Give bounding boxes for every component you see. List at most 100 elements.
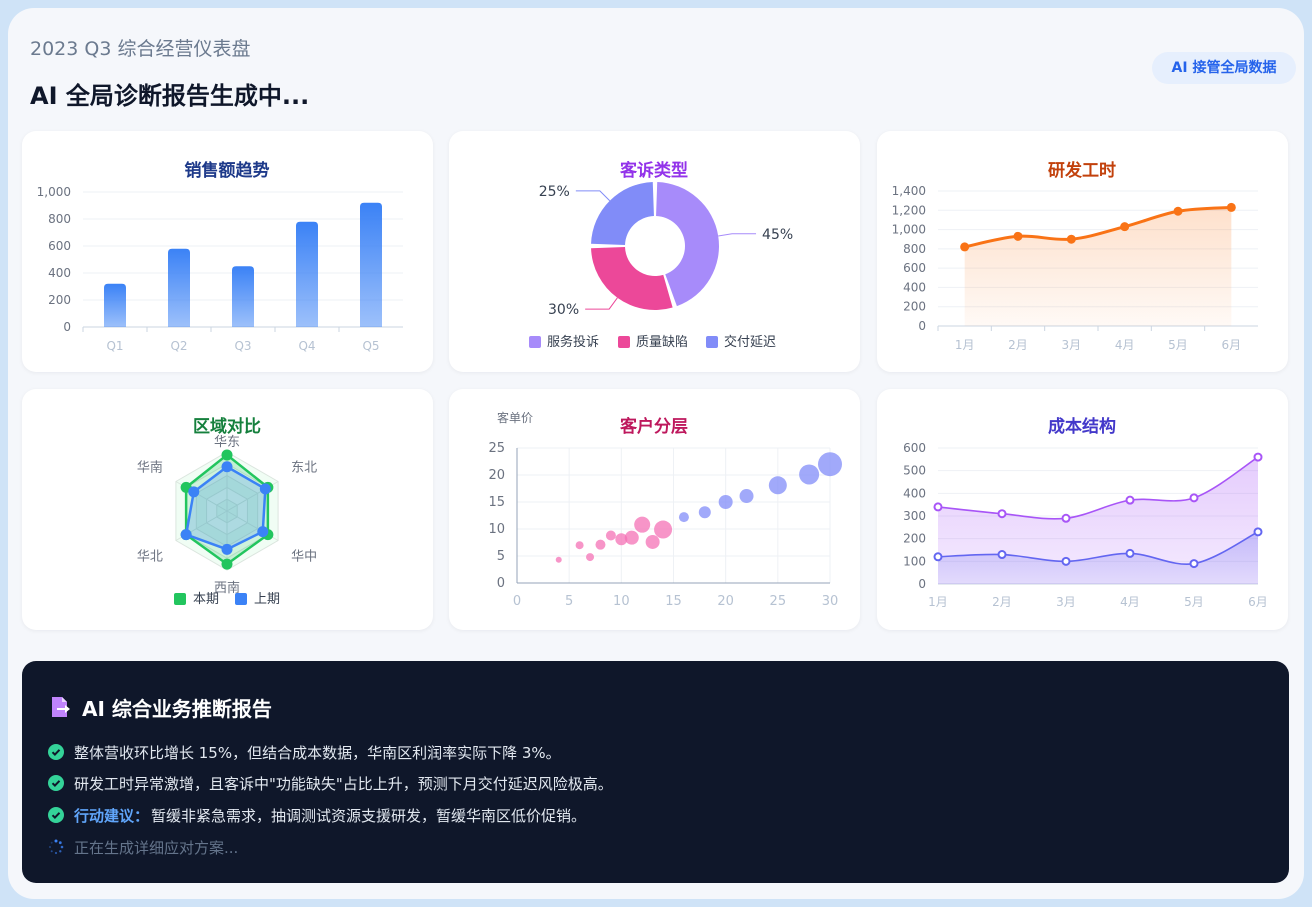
scatter-point [654, 520, 673, 539]
y-tick-label: 0 [918, 577, 926, 591]
file-export-icon [52, 697, 70, 717]
bar [360, 202, 382, 327]
radar-point [188, 486, 200, 498]
y-tick-label: 0 [918, 319, 926, 333]
x-tick-label: Q2 [170, 339, 187, 353]
y-tick-label: 5 [497, 549, 505, 564]
data-point [1253, 527, 1263, 537]
legend-swatch [174, 593, 186, 605]
customer-tier-card: 客户分层 客单价 0 5 10 15 20 25 0 5 10 15 20 25 30 [449, 389, 860, 630]
radar-point [257, 526, 269, 538]
y-tick-label: 600 [903, 261, 926, 275]
y-tick-label: 1,000 [892, 223, 926, 237]
y-tick-label: 20 [488, 468, 505, 483]
cost-structure-chart: 成本结构 0 100 200 300 400 500 600 1月 2月 3月 4月 5月 6月 [903, 416, 1268, 609]
scatter-point [818, 452, 842, 477]
area-fill [964, 207, 1232, 326]
y-tick-label: 800 [48, 212, 71, 226]
legend-label: 服务投诉 [547, 334, 599, 350]
chart-title: 区域对比 [193, 416, 261, 437]
x-tick-label: 4月 [1120, 595, 1140, 609]
radar-point [221, 461, 233, 473]
y-tick-label: 1,200 [892, 203, 926, 217]
bar [232, 266, 254, 327]
cost-structure-card: 成本结构 0 100 200 300 400 500 600 1月 2月 3月 4月 5月 6月 [877, 389, 1288, 630]
y-tick-label: 600 [48, 239, 71, 253]
x-tick-label: Q4 [298, 339, 315, 353]
scatter-point [595, 539, 606, 550]
x-tick-label: 5 [565, 594, 573, 609]
radar-axis-label: 华中 [291, 550, 317, 565]
rd-hours-chart: 研发工时 0 200 400 600 800 1,000 1,200 1,400 1月 2月 3月 4月… [892, 160, 1258, 352]
y-tick-label: 10 [488, 522, 505, 537]
data-point [1125, 548, 1135, 558]
check-circle-icon [48, 775, 64, 791]
ai-takeover-badge[interactable]: AI 接管全局数据 [1152, 52, 1296, 84]
radar-axis-label: 华南 [137, 460, 163, 476]
y-tick-label: 0 [497, 576, 505, 591]
y-tick-label: 200 [48, 293, 71, 307]
data-point [1013, 231, 1023, 241]
scatter-point [698, 506, 711, 519]
page-title: AI 全局诊断报告生成中... [30, 82, 310, 110]
report-pending-item: 正在生成详细应对方案... [48, 835, 238, 859]
legend-swatch [706, 336, 718, 348]
pie-value-label: 25% [539, 184, 570, 200]
pie-slice [591, 247, 673, 310]
x-tick-label: 4月 [1115, 338, 1135, 352]
x-tick-label: 2月 [1008, 338, 1028, 352]
scatter-point [586, 553, 595, 562]
x-tick-label: 0 [513, 594, 521, 609]
legend-label: 质量缺陷 [636, 335, 688, 350]
action-suggestion-label: 行动建议： [74, 806, 150, 825]
y-tick-label: 200 [903, 300, 926, 314]
y-tick-label: 1,400 [892, 184, 926, 198]
scatter-point [739, 489, 754, 504]
region-compare-card: 区域对比 华东 东北 华中 西南 华北 华南 本期 上期 [22, 389, 433, 630]
y-tick-label: 15 [488, 495, 505, 510]
data-point [933, 552, 943, 562]
radar-point [221, 543, 233, 555]
pie-value-label: 45% [762, 227, 793, 243]
x-tick-label: 30 [822, 594, 839, 609]
radar-point [221, 558, 233, 570]
y-tick-label: 1,000 [37, 185, 71, 199]
scatter-point [605, 530, 616, 541]
data-point [1173, 206, 1183, 216]
scatter-point [799, 464, 820, 485]
data-point [1125, 495, 1135, 505]
pie-label-line [575, 190, 611, 202]
y-tick-label: 100 [903, 554, 926, 568]
bar [296, 221, 318, 327]
data-point [933, 502, 943, 512]
scatter-point [575, 541, 584, 550]
check-circle-icon [48, 807, 64, 823]
data-point [1253, 452, 1263, 462]
ai-report-panel: AI 综合业务推断报告 整体营收环比增长 15%，但结合成本数据，华南区利润率实… [22, 661, 1289, 883]
data-point [960, 242, 970, 252]
legend-label: 上期 [254, 592, 280, 607]
legend-label: 交付延迟 [724, 334, 776, 350]
radar-axis-label: 华东 [214, 435, 240, 450]
x-tick-label: 20 [717, 594, 734, 609]
scatter-point [718, 495, 733, 509]
x-tick-label: 3月 [1062, 338, 1082, 352]
legend-label: 本期 [193, 592, 219, 607]
data-point [1189, 493, 1199, 503]
report-pending-text: 正在生成详细应对方案... [74, 838, 239, 857]
x-tick-label: 15 [665, 594, 682, 609]
radar-point [180, 529, 192, 541]
legend-swatch [235, 593, 247, 605]
x-tick-label: 5月 [1168, 338, 1188, 352]
sales-trend-card: 销售额趋势 0 200 400 600 800 1,000 Q1 Q2 Q3 Q4 Q5 [22, 131, 433, 372]
y-tick-label: 600 [903, 441, 926, 455]
data-point [1120, 222, 1130, 232]
legend-swatch [529, 336, 541, 348]
scatter-point [678, 512, 689, 523]
y-tick-label: 25 [488, 441, 505, 456]
y-tick-label: 0 [63, 320, 71, 334]
chart-title: 客户分层 [619, 416, 688, 437]
y-tick-label: 200 [903, 532, 926, 546]
x-tick-label: 2月 [992, 595, 1012, 609]
y-tick-label: 400 [48, 266, 71, 280]
